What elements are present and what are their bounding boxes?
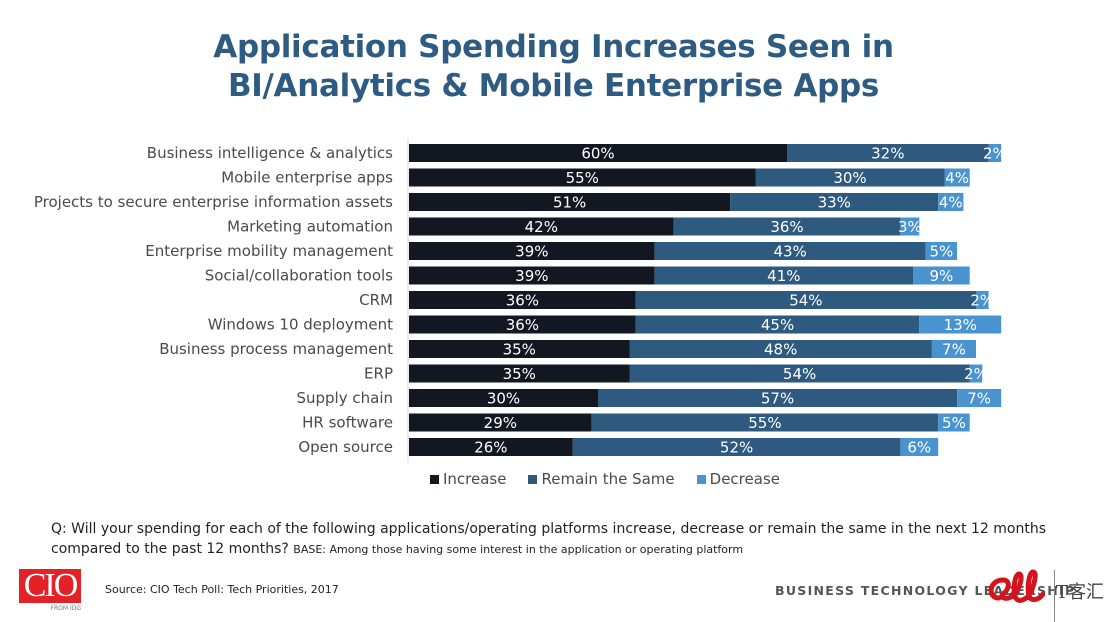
data-label: 32% [871,145,904,163]
data-label: 7% [967,390,991,408]
data-label: 45% [761,316,794,334]
data-label: 6% [907,439,931,457]
legend-swatch-remain [528,474,538,484]
category-label: Supply chain [296,389,393,407]
data-label: 51% [553,194,586,212]
from-idg-label: FROM IDG [50,605,81,612]
data-label: 48% [764,341,797,359]
data-label: 2% [983,145,1007,163]
chart-legend: Increase Remain the Same Decrease [430,470,780,488]
category-label: CRM [359,291,393,309]
data-label: 55% [566,169,599,187]
category-label: Open source [298,438,393,456]
source-note: Source: CIO Tech Poll: Tech Priorities, … [105,583,339,596]
data-label: 36% [506,316,539,334]
data-label: 55% [748,414,781,432]
data-label: 4% [939,194,963,212]
data-label: 7% [942,341,966,359]
data-label: 5% [929,243,953,261]
category-label: HR software [302,414,393,432]
data-label: 36% [506,292,539,310]
data-label: 9% [929,267,953,285]
legend-item-increase: Increase [430,470,506,488]
category-label: Windows 10 deployment [208,316,393,334]
data-label: 57% [761,390,794,408]
category-label: Business process management [159,340,393,358]
data-label: 5% [942,414,966,432]
data-label: 35% [503,365,536,383]
legend-swatch-increase [430,474,439,484]
cio-logo: CIO [19,569,81,603]
watermark-logo-icon [988,569,1045,603]
data-label: 30% [833,169,866,187]
data-label: 36% [770,218,803,236]
legend-label-remain: Remain the Same [541,470,675,488]
legend-label-increase: Increase [443,470,507,488]
category-label: Mobile enterprise apps [221,169,393,187]
legend-label-decrease: Decrease [709,470,780,488]
base-note: BASE: Among those having some interest i… [293,543,744,556]
category-label: ERP [364,365,393,383]
watermark-text: T客汇 [1056,582,1105,603]
data-label: 3% [898,218,922,236]
data-label: 43% [773,243,806,261]
data-label: 39% [515,243,548,261]
legend-item-decrease: Decrease [696,470,780,488]
data-label: 4% [945,169,969,187]
legend-item-remain: Remain the Same [528,470,675,488]
data-label: 54% [789,292,822,310]
category-label: Marketing automation [227,218,393,236]
legend-swatch-decrease [696,474,706,484]
data-label: 42% [525,218,558,236]
category-label: Enterprise mobility management [145,242,393,260]
data-label: 13% [944,316,977,334]
survey-question: Q: Will your spending for each of the fo… [51,519,1071,560]
data-label: 60% [581,145,614,163]
category-label: Business intelligence & analytics [147,144,393,162]
data-label: 29% [484,414,517,432]
data-label: 2% [964,365,988,383]
data-label: 26% [474,439,507,457]
category-label: Projects to secure enterprise informatio… [34,193,393,211]
data-label: 2% [970,292,994,310]
data-label: 35% [503,341,536,359]
data-label: 39% [515,267,548,285]
watermark-divider [1054,570,1055,622]
data-label: 33% [818,194,851,212]
data-label: 41% [767,267,800,285]
data-label: 52% [720,439,753,457]
data-label: 54% [783,365,816,383]
category-label: Social/collaboration tools [205,267,393,285]
data-label: 30% [487,390,520,408]
